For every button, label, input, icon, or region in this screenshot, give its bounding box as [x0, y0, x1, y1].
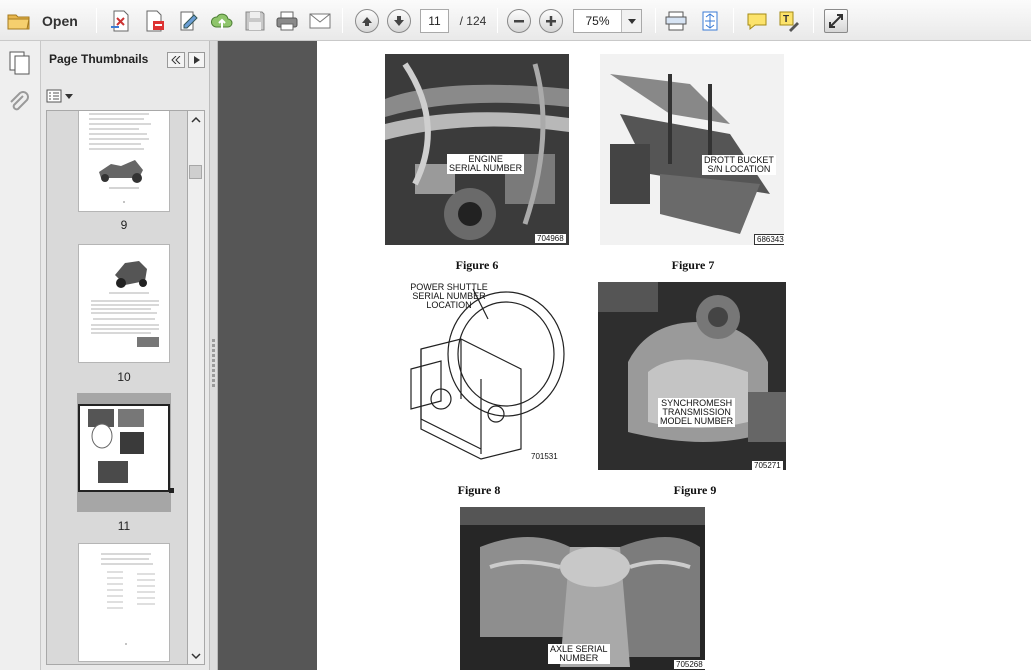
axle-photo: AXLE SERIAL NUMBER 705268 [460, 507, 705, 670]
thumbnail-page-9[interactable] [78, 111, 170, 212]
zoom-in-button[interactable] [539, 9, 563, 33]
expand-panel-button[interactable] [188, 52, 205, 68]
panel-header: Page Thumbnails [41, 41, 210, 79]
comment-icon[interactable] [745, 9, 769, 33]
figure-7-label: DROTT BUCKET S/N LOCATION [702, 155, 776, 175]
axle-label: AXLE SERIAL NUMBER [548, 644, 610, 664]
chevron-down-icon[interactable] [621, 10, 641, 32]
highlight-icon[interactable]: T [777, 9, 801, 33]
thumbnail-resize-handle[interactable] [169, 488, 174, 493]
axle-code: 705268 [674, 660, 705, 669]
thumbnail-page-11-image [88, 409, 144, 483]
paperclip-icon[interactable] [8, 91, 32, 117]
zoom-out-button[interactable] [507, 9, 531, 33]
page-thumbnails-icon[interactable] [8, 50, 32, 76]
expand-button[interactable] [824, 9, 848, 33]
document-page: ENGINE SERIAL NUMBER 704968 Figure 6 DROT… [317, 41, 1031, 670]
figure-7-caption: Figure 7 [671, 258, 715, 272]
next-page-icon [394, 16, 404, 26]
fit-page-icon[interactable] [698, 9, 722, 33]
prev-page-button[interactable] [355, 9, 379, 33]
thumbnail-label: 10 [117, 370, 131, 384]
figure-9-code: 705271 [752, 461, 783, 470]
scroll-up-icon[interactable] [191, 116, 201, 123]
scrollbar-thumb[interactable] [189, 165, 202, 179]
open-button[interactable]: Open [6, 7, 80, 34]
figure-6-caption: Figure 6 [455, 258, 499, 272]
figure-9-label: SYNCHROMESH TRANSMISSION MODEL NUMBER [658, 398, 736, 427]
open-label: Open [42, 12, 78, 29]
scroll-down-icon[interactable] [191, 653, 201, 660]
email-icon[interactable] [308, 9, 332, 33]
thumbnail-options-button[interactable] [46, 87, 74, 105]
panel-title: Page Thumbnails [49, 52, 149, 66]
page-total: / 124 [459, 13, 487, 28]
fit-width-icon[interactable] [664, 9, 688, 33]
page-number-input[interactable]: 11 [420, 9, 449, 33]
figure-9-caption: Figure 9 [673, 483, 717, 497]
next-page-button[interactable] [387, 9, 411, 33]
zoom-value: 75% [585, 14, 610, 28]
figure-6-code: 704968 [535, 234, 566, 243]
thumbnail-label: 9 [120, 218, 128, 232]
main-toolbar: Open 11 / 124 75% T [0, 0, 1031, 41]
figure-8-label: POWER SHUTTLE SERIAL NUMBER LOCATION [410, 282, 488, 310]
create-pdf-icon[interactable] [109, 9, 133, 33]
panel-splitter[interactable] [210, 41, 218, 670]
zoom-select[interactable]: 75% [573, 9, 642, 33]
double-chevron-left-icon [171, 56, 181, 64]
prev-page-icon [362, 17, 372, 26]
thumbnail-label: 11 [117, 519, 131, 533]
figure-9-photo: SYNCHROMESH TRANSMISSION MODEL NUMBER 7052… [598, 282, 786, 470]
thumbnail-page-12-image [101, 553, 155, 645]
figure-8-drawing: POWER SHUTTLE SERIAL NUMBER LOCATION 70153… [401, 279, 571, 469]
thumbnail-page-10[interactable] [78, 244, 170, 363]
thumbnails-panel: Page Thumbnails 9 10 11 [41, 41, 210, 670]
figure-7-code: 686343 [754, 234, 784, 245]
print-icon[interactable] [275, 9, 299, 33]
figure-8-caption: Figure 8 [457, 483, 501, 497]
zoom-in-icon [546, 16, 556, 26]
collapse-panel-button[interactable] [167, 52, 185, 68]
navigation-rail [0, 41, 41, 670]
thumbnail-page-12[interactable] [78, 543, 170, 662]
document-viewport[interactable]: ENGINE SERIAL NUMBER 704968 Figure 6 DROT… [218, 41, 1031, 670]
figure-6-label: ENGINE SERIAL NUMBER [447, 154, 525, 174]
options-list-icon [46, 89, 62, 103]
figure-8-code: 701531 [529, 452, 560, 461]
thumbnail-page-9-image [89, 113, 151, 203]
upload-icon[interactable] [210, 9, 234, 33]
chevron-right-icon [193, 56, 200, 64]
expand-icon [829, 14, 843, 28]
zoom-out-icon [514, 20, 524, 23]
figure-6-photo: ENGINE SERIAL NUMBER 704968 [385, 54, 569, 245]
chevron-down-icon [65, 93, 73, 99]
figure-7-photo: DROTT BUCKET S/N LOCATION 686343 [600, 54, 784, 245]
save-icon[interactable] [243, 9, 267, 33]
folder-icon [7, 14, 30, 29]
convert-icon[interactable] [143, 9, 167, 33]
thumbnail-scrollbar[interactable] [188, 110, 205, 665]
thumbnail-page-10-image [91, 261, 159, 347]
thumbnail-page-11[interactable] [78, 404, 170, 492]
edit-icon[interactable] [177, 9, 201, 33]
thumbnail-list: 9 10 11 [46, 110, 188, 665]
svg-text:T: T [783, 14, 789, 25]
